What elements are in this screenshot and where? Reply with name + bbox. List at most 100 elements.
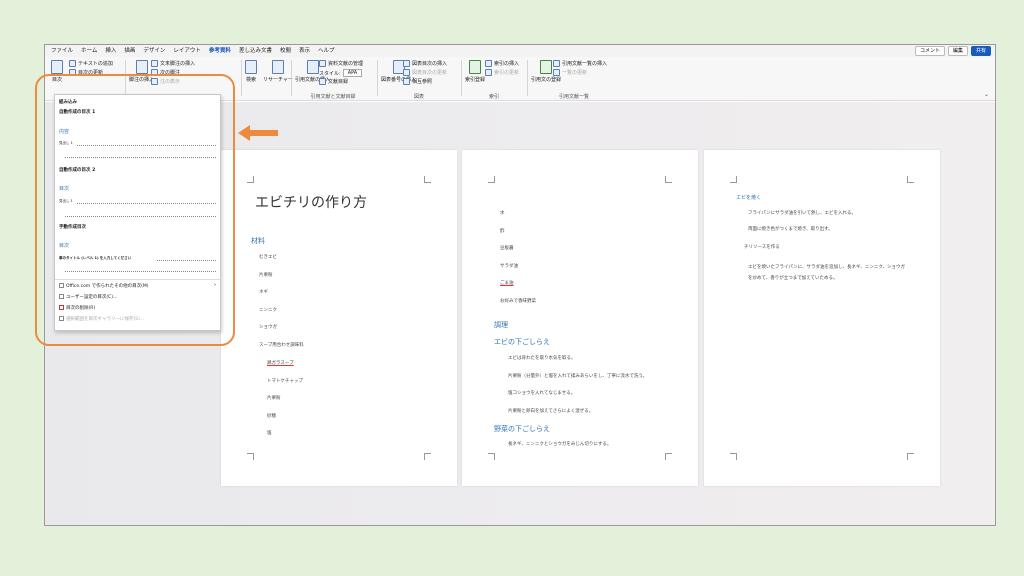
tab-0[interactable]: ファイル bbox=[47, 45, 77, 58]
heading-method: 調理 bbox=[494, 321, 508, 329]
style-label: スタイル: bbox=[319, 70, 341, 77]
update-index-button[interactable]: 索引の更新 bbox=[485, 69, 519, 76]
tab-7[interactable]: 差し込み文書 bbox=[235, 45, 276, 58]
edit-mode-button[interactable]: 編集 bbox=[947, 46, 968, 56]
heading-materials: 材料 bbox=[251, 237, 265, 245]
researcher-button[interactable]: リサーチャー bbox=[263, 60, 293, 83]
captions-group: 図表番号の挿入 図表目次の挿入 図表目次の更新 相互参照 図表 bbox=[379, 57, 459, 101]
add-text-button[interactable]: テキストの追加 bbox=[69, 60, 113, 67]
ribbon-tabs: ファイル ホーム 挿入 描画 デザイン レイアウト 参考資料 差し込み文書 校閲 表示 ヘルプ bbox=[45, 45, 339, 58]
insert-endnote-button[interactable]: 文末脚注の挿入 bbox=[151, 60, 195, 67]
manage-sources-label: 資料文献の管理 bbox=[328, 61, 364, 67]
insert-index-button[interactable]: 索引の挿入 bbox=[485, 60, 519, 67]
fry-step-1: フライパンにサラダ油を引いて熱し、エビを入れる。 bbox=[748, 211, 856, 216]
authorities-group-label: 引用文献一覧 bbox=[558, 94, 589, 100]
manage-sources-button[interactable]: 資料文献の管理 bbox=[319, 60, 363, 67]
captions-group-label: 図表 bbox=[413, 94, 424, 100]
heading-prep-veg: 野菜の下ごしらえ bbox=[494, 425, 550, 433]
mark-citation-icon bbox=[540, 60, 552, 74]
ingredient-1: 片栗粉 bbox=[259, 272, 273, 278]
footnote-icon bbox=[135, 60, 148, 74]
chevron-down-icon[interactable]: ⌄ bbox=[984, 91, 989, 98]
citation-icon bbox=[306, 60, 319, 74]
share-button[interactable]: 共有 bbox=[970, 46, 991, 56]
cross-reference-button[interactable]: 相互参照 bbox=[403, 78, 432, 85]
update-authorities-label: 一覧の更新 bbox=[562, 70, 588, 76]
title-actions: コメント 編集 共有 bbox=[914, 46, 991, 56]
p2-ingredient-0: 水 bbox=[500, 211, 505, 216]
tab-10[interactable]: ヘルプ bbox=[314, 45, 339, 58]
sauce-item-2: 片栗粉 bbox=[267, 396, 281, 401]
search-label: 検索 bbox=[245, 77, 256, 83]
sauce-item-4: 塩 bbox=[267, 431, 272, 436]
research-group: 検索 リサーチャー bbox=[243, 57, 293, 101]
p2-ingredient-1: 酢 bbox=[500, 228, 505, 234]
shrimp-step-3: 片栗粉と卵白を加えてさらによく混ぜる。 bbox=[508, 408, 594, 414]
menu-bar: ファイル ホーム 挿入 描画 デザイン レイアウト 参考資料 差し込み文書 校閲 表示 ヘルプ コメ… bbox=[45, 45, 995, 58]
heading-chili-sauce: チリソースを作る bbox=[744, 245, 780, 250]
endnote-icon bbox=[151, 60, 158, 67]
citations-group: 引用文献の挿入 資料文献の管理 スタイル: APA 文献目録 引用文献と文献目録 bbox=[293, 57, 373, 101]
mark-entry-icon bbox=[469, 60, 481, 74]
mark-entry-button[interactable]: 索引登録 bbox=[465, 60, 485, 83]
heading-fry: エビを焼く bbox=[736, 195, 762, 201]
update-figures-table-label: 図表目次の更新 bbox=[412, 70, 448, 76]
fry-step-2: 両面に焼き色がつくまで焼き、取り出す。 bbox=[748, 227, 833, 232]
page-2: 水酢豆板醤サラダ油ごま油お好みで香味野菜 調理 エビの下ごしらえ エビは背わたを… bbox=[462, 150, 698, 486]
p2-ingredient-3: サラダ油 bbox=[500, 263, 518, 269]
update-index-icon bbox=[485, 69, 492, 76]
tab-3[interactable]: 描画 bbox=[120, 45, 139, 58]
cross-reference-icon bbox=[403, 78, 410, 85]
tab-8[interactable]: 校閲 bbox=[276, 45, 295, 58]
p2-ingredient-4: ごま油 bbox=[500, 281, 514, 286]
update-authorities-button[interactable]: 一覧の更新 bbox=[553, 69, 587, 76]
tab-1[interactable]: ホーム bbox=[77, 45, 101, 58]
index-group: 索引登録 索引の挿入 索引の更新 索引 bbox=[463, 57, 525, 101]
shrimp-step-0: エビは背わたを取り水気を取る。 bbox=[508, 356, 576, 361]
sauce-step: エビを焼いたフライパンに、サラダ油を追加し、長ネギ、ニンニク、ショウガを炒めて、… bbox=[748, 265, 905, 281]
style-value: APA bbox=[342, 69, 363, 77]
add-text-icon bbox=[69, 60, 76, 67]
insert-authorities-button[interactable]: 引用文献一覧の挿入 bbox=[553, 60, 607, 67]
figures-table-icon bbox=[403, 60, 410, 67]
sauce-item-1: トマトケチャップ bbox=[267, 378, 303, 384]
insert-endnote-label: 文末脚注の挿入 bbox=[160, 61, 196, 67]
shrimp-step-1: 片栗粉（分量外）と塩を入れて揉みあらいをし、丁寧に流水で洗う。 bbox=[508, 373, 648, 379]
style-select[interactable]: スタイル: APA bbox=[319, 69, 363, 77]
tab-5[interactable]: レイアウト bbox=[169, 45, 205, 58]
update-figures-table-button[interactable]: 図表目次の更新 bbox=[403, 69, 447, 76]
ingredient-2: ネギ bbox=[259, 290, 268, 295]
insert-index-icon bbox=[485, 60, 492, 67]
researcher-icon bbox=[271, 60, 284, 74]
heading-prep-shrimp: エビの下ごしらえ bbox=[494, 338, 550, 346]
sauce-item-0: 鶏ガラスープ bbox=[267, 361, 294, 366]
manage-sources-icon bbox=[319, 60, 326, 67]
insert-figures-table-label: 図表目次の挿入 bbox=[412, 61, 448, 67]
bibliography-label: 文献目録 bbox=[328, 79, 349, 85]
add-text-label: テキストの追加 bbox=[78, 61, 113, 67]
search-button[interactable]: 検索 bbox=[245, 60, 257, 83]
highlight-outline bbox=[35, 74, 235, 346]
veg-step: 長ネギ、ニンニクとショウガをみじん切りにする。 bbox=[508, 442, 612, 447]
tab-2[interactable]: 挿入 bbox=[101, 45, 120, 58]
bibliography-button[interactable]: 文献目録 bbox=[319, 78, 348, 85]
page-1: エビチリの作り方 材料 むきエビ 片栗粉 ネギ ニンニク ショウガ スープ用合わせ調味料… bbox=[221, 150, 457, 486]
ingredient-4: ショウガ bbox=[259, 325, 277, 330]
document-title: エビチリの作り方 bbox=[255, 195, 367, 211]
mark-citation-label: 引用文の登録 bbox=[531, 77, 562, 83]
cross-reference-label: 相互参照 bbox=[412, 79, 433, 85]
insert-authorities-icon bbox=[553, 60, 560, 67]
shrimp-step-2: 塩コショウを入れてなじませる。 bbox=[508, 391, 576, 396]
sauce-heading: スープ用合わせ調味料 bbox=[259, 343, 304, 348]
tab-4[interactable]: デザイン bbox=[139, 45, 169, 58]
p2-ingredient-5: お好みで香味野菜 bbox=[500, 298, 536, 304]
tab-6[interactable]: 参考資料 bbox=[204, 45, 235, 58]
insert-figures-table-button[interactable]: 図表目次の挿入 bbox=[403, 60, 447, 67]
page-3: エビを焼く フライパンにサラダ油を引いて熱し、エビを入れる。 両面に焼き色がつく… bbox=[704, 150, 940, 486]
search-icon bbox=[245, 60, 257, 74]
ingredient-0: むきエビ bbox=[259, 255, 277, 260]
tab-9[interactable]: 表示 bbox=[295, 45, 314, 58]
p2-ingredient-2: 豆板醤 bbox=[500, 246, 514, 251]
comment-button[interactable]: コメント bbox=[914, 46, 945, 56]
insert-authorities-label: 引用文献一覧の挿入 bbox=[562, 61, 608, 67]
